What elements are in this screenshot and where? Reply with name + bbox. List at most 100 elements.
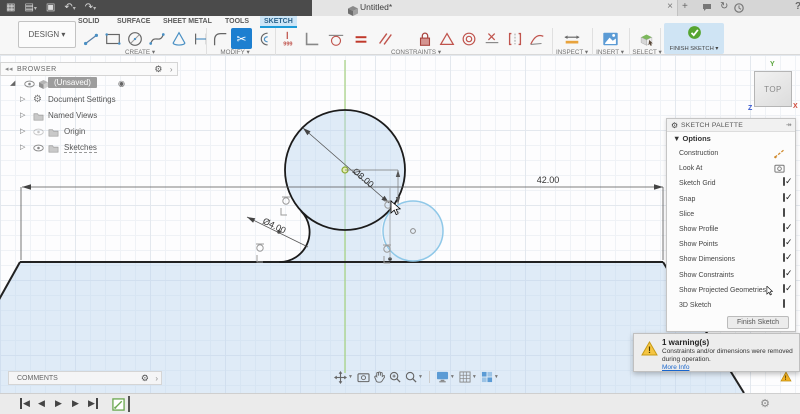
tangent-constraint-icon[interactable] [325,28,346,49]
palette-row-show-points[interactable]: Show Points [667,237,795,252]
spline-tool-icon[interactable] [146,28,167,49]
browser-row-named-views[interactable]: ▷ Named Views [0,108,178,124]
fix-constraint-icon[interactable] [436,28,457,49]
palette-row-construction[interactable]: Construction [667,146,795,161]
3d-sketch-checkbox[interactable] [783,299,785,308]
expand-arrow-icon[interactable]: ◢ [10,79,15,87]
zoom-tool-icon[interactable] [389,371,401,383]
timeline-skip-end-icon[interactable]: ▶ [88,398,98,409]
ribbon-tab-sketch[interactable]: SKETCH [260,16,297,28]
ribbon-tab-solid[interactable]: SOLID [78,16,99,28]
show-points-checkbox[interactable] [783,238,785,247]
new-tab-icon[interactable]: + [682,1,688,12]
select-tool-icon[interactable] [636,28,657,49]
palette-row-show-constraints[interactable]: Show Constraints [667,268,795,283]
more-info-link[interactable]: More Info [662,364,689,371]
visibility-eye-icon[interactable] [33,144,44,154]
browser-row-document-settings[interactable]: ▷ ⚙ Document Settings [0,92,178,108]
rectangle-tool-icon[interactable] [102,28,123,49]
view-cube-top-face[interactable]: TOP [754,71,792,107]
browser-header[interactable]: ◂◂ BROWSER ⚙ › [0,62,178,76]
file-menu-icon[interactable]: ▤▾ [24,0,36,17]
close-tab-icon[interactable]: × [667,1,673,12]
save-icon[interactable]: ▣ [46,0,55,16]
expand-arrow-icon[interactable]: ▷ [20,95,25,103]
parallel-constraint-icon[interactable] [374,28,395,49]
show-projected-geometries-checkbox[interactable] [783,284,785,293]
fillet-tool-icon[interactable] [209,28,230,49]
grid-snaps-icon[interactable]: ▼ [459,371,477,383]
concentric-constraint-icon[interactable] [458,28,479,49]
finish-sketch-button[interactable]: FINISH SKETCH ▾ [664,23,724,54]
palette-row-sketch-grid[interactable]: Sketch Grid [667,176,795,191]
symmetry-constraint-icon[interactable] [504,28,525,49]
timeline-position-marker[interactable] [128,396,130,412]
palette-finish-sketch-button[interactable]: Finish Sketch [727,316,789,329]
sketch-dimension-tool-icon[interactable] [190,28,211,49]
comments-gear-icon[interactable]: ⚙ [141,372,149,385]
insert-image-icon[interactable] [600,28,621,49]
snap-checkbox[interactable] [783,193,785,202]
root-document-name[interactable]: (Unsaved) [48,77,97,88]
expand-arrow-icon[interactable]: ▷ [20,111,25,119]
help-icon[interactable]: ? [795,1,800,12]
circle-tool-icon[interactable] [124,28,145,49]
construction-icon[interactable] [774,148,785,161]
visibility-eye-icon[interactable] [24,80,35,90]
viewports-icon[interactable]: ▼ [481,371,499,383]
browser-row-origin[interactable]: ▷ Origin [0,124,178,140]
collapse-panel-icon[interactable]: ◂◂ [5,63,13,76]
design-workspace-button[interactable]: DESIGN ▾ [18,21,76,48]
expand-arrow-icon[interactable]: ▷ [20,127,25,135]
offset-tool-icon[interactable] [253,28,274,49]
show-dimensions-checkbox[interactable] [783,253,785,262]
curvature-constraint-icon[interactable] [526,28,547,49]
app-grid-icon[interactable]: ▦ [6,0,15,16]
view-cube[interactable]: TOP Y X Z [750,63,796,113]
ribbon-tab-tools[interactable]: TOOLS [225,16,249,28]
slice-checkbox[interactable] [783,208,785,217]
document-tab[interactable]: Untitled* × [312,0,678,16]
cone-primitive-icon[interactable] [168,28,189,49]
equal-constraint-icon[interactable] [350,28,371,49]
sync-icon[interactable]: ↻ [720,1,728,12]
sketch-grid-checkbox[interactable] [783,177,785,186]
redo-icon[interactable]: ↷▾ [85,0,96,17]
sketch-palette-header[interactable]: ⚙ SKETCH PALETTE ↠ [667,119,795,132]
lock-constraint-icon[interactable] [414,28,435,49]
expand-arrow-icon[interactable]: ▷ [20,143,25,151]
trim-tool-icon-active[interactable]: ✂ [231,28,252,49]
timeline-step-forward-icon[interactable]: ▶ [72,398,79,409]
look-at-icon[interactable] [774,163,785,176]
options-section-header[interactable]: ▼ Options [667,132,795,146]
show-constraints-checkbox[interactable] [783,269,785,278]
browser-expand-icon[interactable]: › [170,63,173,76]
timeline-gear-icon[interactable]: ⚙ [760,397,770,410]
look-at-tool-icon[interactable] [357,372,370,383]
display-settings-icon[interactable]: ▼ [436,371,455,383]
comment-bubble-icon[interactable] [702,3,712,15]
measure-inspect-icon[interactable] [561,28,582,49]
browser-gear-icon[interactable]: ⚙ [154,63,163,76]
comments-bar[interactable]: COMMENTS ⚙ › [8,371,162,385]
timeline-step-back-icon[interactable]: ◀ [38,398,45,409]
orbit-hand-icon[interactable] [374,371,385,383]
pan-tool-icon[interactable]: ▼ [334,371,353,384]
fit-tool-icon[interactable]: ▼ [405,371,423,383]
sketch-canvas[interactable]: 42.00 Ø8.00 Ø4.00 [0,55,800,393]
timeline-sketch-feature-icon[interactable] [112,398,125,414]
visibility-eye-icon[interactable] [33,128,44,138]
palette-row-slice[interactable]: Slice [667,207,795,222]
clock-icon[interactable] [734,3,744,16]
radio-marker-icon[interactable]: ◉ [118,79,125,88]
palette-row-show-dimensions[interactable]: Show Dimensions [667,252,795,267]
palette-collapse-icon[interactable]: ↠ [786,119,792,132]
perpendicular-constraint-icon[interactable] [301,28,322,49]
ribbon-tab-surface[interactable]: SURFACE [117,16,150,28]
midpoint-constraint-icon[interactable] [481,28,502,49]
driven-dimension-icon[interactable]: 999 [279,28,300,49]
show-profile-checkbox[interactable] [783,223,785,232]
palette-row-look-at[interactable]: Look At [667,161,795,176]
browser-root-row[interactable]: ◢ (Unsaved) ◉ [0,76,178,92]
browser-row-sketches[interactable]: ▷ Sketches [0,140,178,156]
